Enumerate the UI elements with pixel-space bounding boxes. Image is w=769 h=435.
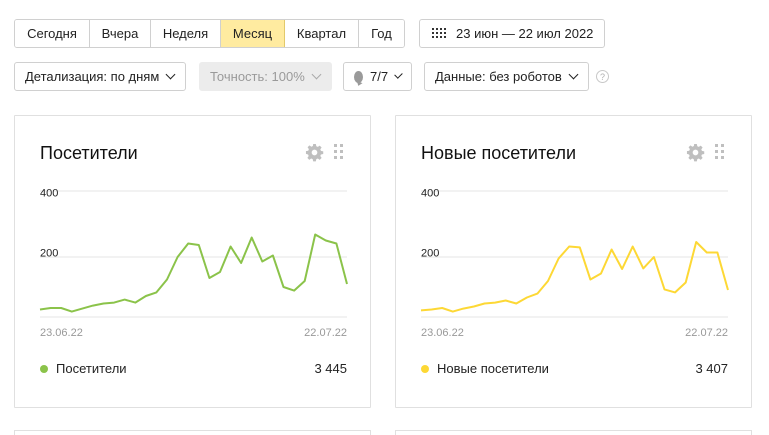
detail-dropdown-label: Детализация: по дням <box>25 69 160 84</box>
gear-icon[interactable] <box>305 143 324 162</box>
chart-legend: Новые посетители 3 407 <box>421 361 728 376</box>
accuracy-dropdown: Точность: 100% <box>199 62 332 91</box>
chevron-down-icon <box>311 69 322 80</box>
chevron-down-icon <box>394 70 403 79</box>
y-tick-label: 200 <box>421 248 439 260</box>
period-today-button[interactable]: Сегодня <box>15 20 90 47</box>
series-line <box>39 233 348 313</box>
legend-total: 3 445 <box>314 361 347 376</box>
legend-dot <box>40 364 48 373</box>
period-week-button[interactable]: Неделя <box>151 20 221 47</box>
new-visitors-widget: 200 400 23.06.22 22.07.22 Новые посетители … <box>395 115 752 408</box>
visitors-widget: 200 400 23.06.22 22.07.22 Посетители Посети… <box>14 115 371 408</box>
y-tick-label: 400 <box>421 188 439 200</box>
x-tick-label: 22.07.22 <box>685 327 728 339</box>
widget-title: Посетители <box>40 143 138 163</box>
segment-bubble-icon <box>354 70 364 83</box>
segments-dropdown[interactable]: 7/7 <box>343 62 412 91</box>
chevron-down-icon <box>165 69 176 80</box>
period-selector: Сегодня Вчера Неделя Месяц Квартал Год <box>14 19 405 48</box>
segments-dropdown-label: 7/7 <box>370 69 389 84</box>
drag-handle-icon[interactable] <box>334 144 344 160</box>
y-tick-label: 400 <box>40 188 58 200</box>
legend-label: Новые посетители <box>437 361 549 376</box>
data-filter-dropdown-label: Данные: без роботов <box>435 69 562 84</box>
date-range-label: 23 июн — 22 июл 2022 <box>456 26 594 41</box>
gear-icon[interactable] <box>686 143 705 162</box>
calendar-icon <box>432 28 446 39</box>
x-tick-label: 22.07.22 <box>304 327 347 339</box>
data-filter-dropdown[interactable]: Данные: без роботов <box>424 62 589 91</box>
detail-dropdown[interactable]: Детализация: по дням <box>14 62 186 91</box>
legend-total: 3 407 <box>695 361 728 376</box>
period-quarter-button[interactable]: Квартал <box>285 20 359 47</box>
period-year-button[interactable]: Год <box>359 20 404 47</box>
period-yesterday-button[interactable]: Вчера <box>90 20 151 47</box>
help-icon[interactable]: ? <box>596 70 609 83</box>
series-line <box>420 241 729 313</box>
chart-legend: Посетители 3 445 <box>40 361 347 376</box>
widget-title: Новые посетители <box>421 143 577 163</box>
x-tick-label: 23.06.22 <box>421 327 464 339</box>
widget-partial <box>14 430 371 435</box>
date-range-picker[interactable]: 23 июн — 22 июл 2022 <box>419 19 605 48</box>
y-tick-label: 200 <box>40 248 58 260</box>
accuracy-dropdown-label: Точность: 100% <box>210 69 305 84</box>
x-tick-label: 23.06.22 <box>40 327 83 339</box>
legend-dot <box>421 364 429 373</box>
chevron-down-icon <box>568 69 579 80</box>
drag-handle-icon[interactable] <box>715 144 725 160</box>
widget-partial <box>395 430 752 435</box>
legend-label: Посетители <box>56 361 127 376</box>
period-month-button[interactable]: Месяц <box>221 20 285 47</box>
